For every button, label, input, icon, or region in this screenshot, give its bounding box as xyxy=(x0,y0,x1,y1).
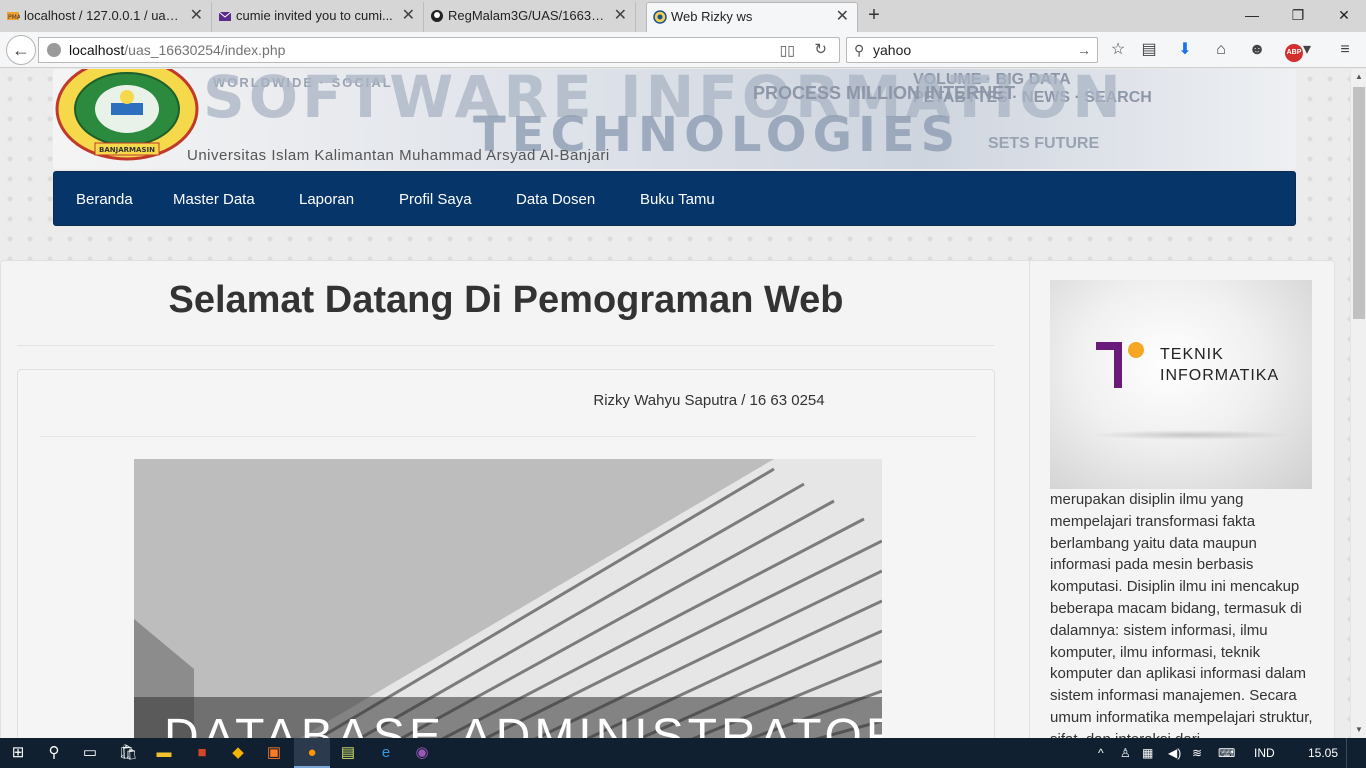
adblock-icon[interactable]: ABP ▾ xyxy=(1281,38,1315,62)
tab-title: RegMalam3G/UAS/166303... xyxy=(448,8,617,23)
site-icon xyxy=(653,10,667,24)
bookmark-star-icon[interactable]: ☆ xyxy=(1106,38,1130,62)
page-scrollbar[interactable]: ▲ ▼ xyxy=(1350,69,1366,738)
tab-phpmyadmin[interactable]: PMA localhost / 127.0.0.1 / uas_... ✕ xyxy=(0,2,212,32)
search-value: yahoo xyxy=(873,42,912,58)
university-logo: BANJARMASIN xyxy=(55,69,199,161)
close-icon[interactable]: ✕ xyxy=(402,2,415,30)
svg-text:PMA: PMA xyxy=(8,14,20,21)
edge-icon[interactable]: e xyxy=(368,738,404,768)
menu-icon[interactable]: ≡ xyxy=(1333,38,1357,62)
site-info-icon[interactable] xyxy=(47,43,61,57)
scroll-down-icon[interactable]: ▼ xyxy=(1351,722,1366,738)
phpmyadmin-icon: PMA xyxy=(7,12,20,21)
close-icon[interactable]: ✕ xyxy=(190,2,203,30)
header-banner: WORLDWIDE · SOCIAL VOLUME · BIG DATA PETA… xyxy=(53,69,1296,169)
scroll-up-icon[interactable]: ▲ xyxy=(1351,69,1366,85)
reload-icon[interactable]: ↻ xyxy=(814,38,827,62)
app-icon[interactable]: ◆ xyxy=(220,738,256,768)
tab-mail[interactable]: cumie invited you to cumi... ✕ xyxy=(212,2,424,32)
ti-logo-text: TEKNIK INFORMATIKA xyxy=(1160,346,1280,384)
nav-buku-tamu[interactable]: Buku Tamu xyxy=(640,172,715,227)
nav-master-data[interactable]: Master Data xyxy=(173,172,255,227)
main-navigation: Beranda Master Data Laporan Profil Saya … xyxy=(53,171,1296,226)
home-icon[interactable]: ⌂ xyxy=(1209,38,1233,62)
web-page: WORLDWIDE · SOCIAL VOLUME · BIG DATA PETA… xyxy=(0,69,1350,738)
search-icon[interactable]: ⚲ xyxy=(36,738,72,768)
close-window-button[interactable]: ✕ xyxy=(1322,4,1366,26)
divider xyxy=(1029,261,1030,738)
downloads-icon[interactable]: ⬇ xyxy=(1173,38,1197,62)
url-bar[interactable]: localhost/uas_16630254/index.php ▯▯ ↻ xyxy=(38,37,840,63)
show-desktop-button[interactable] xyxy=(1346,738,1366,768)
keyboard-icon[interactable]: ⌨ xyxy=(1218,738,1235,768)
tab-github[interactable]: RegMalam3G/UAS/166303... ✕ xyxy=(424,2,636,32)
search-icon: ⚲ xyxy=(854,42,865,58)
university-name: Universitas Islam Kalimantan Muhammad Ar… xyxy=(187,147,610,164)
app-purple-icon[interactable]: ◉ xyxy=(404,738,440,768)
nav-profil-saya[interactable]: Profil Saya xyxy=(399,172,472,227)
ti-logo-shadow xyxy=(1090,430,1290,440)
search-go-icon[interactable]: → xyxy=(1077,38,1091,62)
firefox-icon[interactable]: ● xyxy=(294,738,330,768)
close-icon[interactable]: ✕ xyxy=(836,3,849,31)
chat-icon[interactable]: ☻ xyxy=(1245,38,1269,62)
tab-title: Web Rizky ws xyxy=(671,9,753,24)
file-explorer-icon[interactable]: ▬ xyxy=(146,738,182,768)
bookmarks-list-icon[interactable]: ▤ xyxy=(1137,38,1161,62)
tab-title: cumie invited you to cumi... xyxy=(236,8,393,23)
clock[interactable]: 15.05 xyxy=(1308,738,1338,768)
nav-laporan[interactable]: Laporan xyxy=(299,172,354,227)
divider xyxy=(17,345,995,346)
browser-navbar: ← localhost/uas_16630254/index.php ▯▯ ↻ … xyxy=(0,32,1366,68)
nav-beranda[interactable]: Beranda xyxy=(76,172,133,227)
hero-image: DATABASE ADMINISTRATOR xyxy=(134,459,882,738)
search-bar[interactable]: ⚲ yahoo → xyxy=(846,37,1098,63)
ti-logo-icon xyxy=(1096,342,1144,388)
author-label: Rizky Wahyu Saputra / 16 63 0254 xyxy=(593,392,825,409)
reader-view-icon[interactable]: ▯▯ xyxy=(780,38,795,62)
banner-word-process: PROCESS MILLION INTERNET xyxy=(753,83,1016,103)
network-icon[interactable]: ▦ xyxy=(1142,738,1153,768)
nav-data-dosen[interactable]: Data Dosen xyxy=(516,172,595,227)
page-title: Selamat Datang Di Pemograman Web xyxy=(168,279,844,321)
sidebar-description: merupakan disiplin ilmu yang mempelajari… xyxy=(1050,491,1313,738)
content-area: Selamat Datang Di Pemograman Web Rizky W… xyxy=(0,260,1335,738)
language-indicator[interactable]: IND xyxy=(1254,738,1275,768)
hero-caption: DATABASE ADMINISTRATOR xyxy=(164,710,882,738)
volume-icon[interactable]: ◀) xyxy=(1168,738,1181,768)
svg-text:BANJARMASIN: BANJARMASIN xyxy=(99,146,155,154)
url-host: localhost xyxy=(69,42,125,58)
tray-chevron-icon[interactable]: ^ xyxy=(1098,738,1104,768)
xampp-icon[interactable]: ▣ xyxy=(256,738,292,768)
tab-web-rizky[interactable]: Web Rizky ws ✕ xyxy=(646,2,858,32)
new-tab-button[interactable]: + xyxy=(862,4,886,28)
windows-taskbar: ⊞ ⚲ ▭ 🛍 ▬ ■ ◆ ▣ ● ▤ e ◉ ^ ♙ ▦ ◀) ≋ ⌨ IND… xyxy=(0,738,1366,768)
store-icon[interactable]: 🛍 xyxy=(110,738,146,768)
browser-tabstrip: PMA localhost / 127.0.0.1 / uas_... ✕ cu… xyxy=(0,0,1366,32)
powerpoint-icon[interactable]: ■ xyxy=(184,738,220,768)
tray-user-icon[interactable]: ♙ xyxy=(1120,738,1131,768)
scroll-thumb[interactable] xyxy=(1353,87,1365,319)
task-view-icon[interactable]: ▭ xyxy=(72,738,108,768)
notepad-icon[interactable]: ▤ xyxy=(330,738,366,768)
minimize-button[interactable]: — xyxy=(1230,4,1274,26)
back-button[interactable]: ← xyxy=(6,35,36,65)
close-icon[interactable]: ✕ xyxy=(614,2,627,30)
github-icon xyxy=(431,10,443,22)
main-panel: Rizky Wahyu Saputra / 16 63 0254 DATABAS… xyxy=(17,369,995,738)
restore-button[interactable]: ❐ xyxy=(1276,4,1320,26)
mail-icon xyxy=(218,11,232,21)
windows-start-icon[interactable]: ⊞ xyxy=(0,738,36,768)
teknik-informatika-logo: TEKNIK INFORMATIKA xyxy=(1050,280,1312,489)
wifi-icon[interactable]: ≋ xyxy=(1192,738,1202,768)
url-path: /uas_16630254/index.php xyxy=(124,42,286,58)
tab-title: localhost / 127.0.0.1 / uas_... xyxy=(24,8,191,23)
banner-word-sets: SETS FUTURE xyxy=(988,135,1100,152)
divider xyxy=(40,436,976,437)
